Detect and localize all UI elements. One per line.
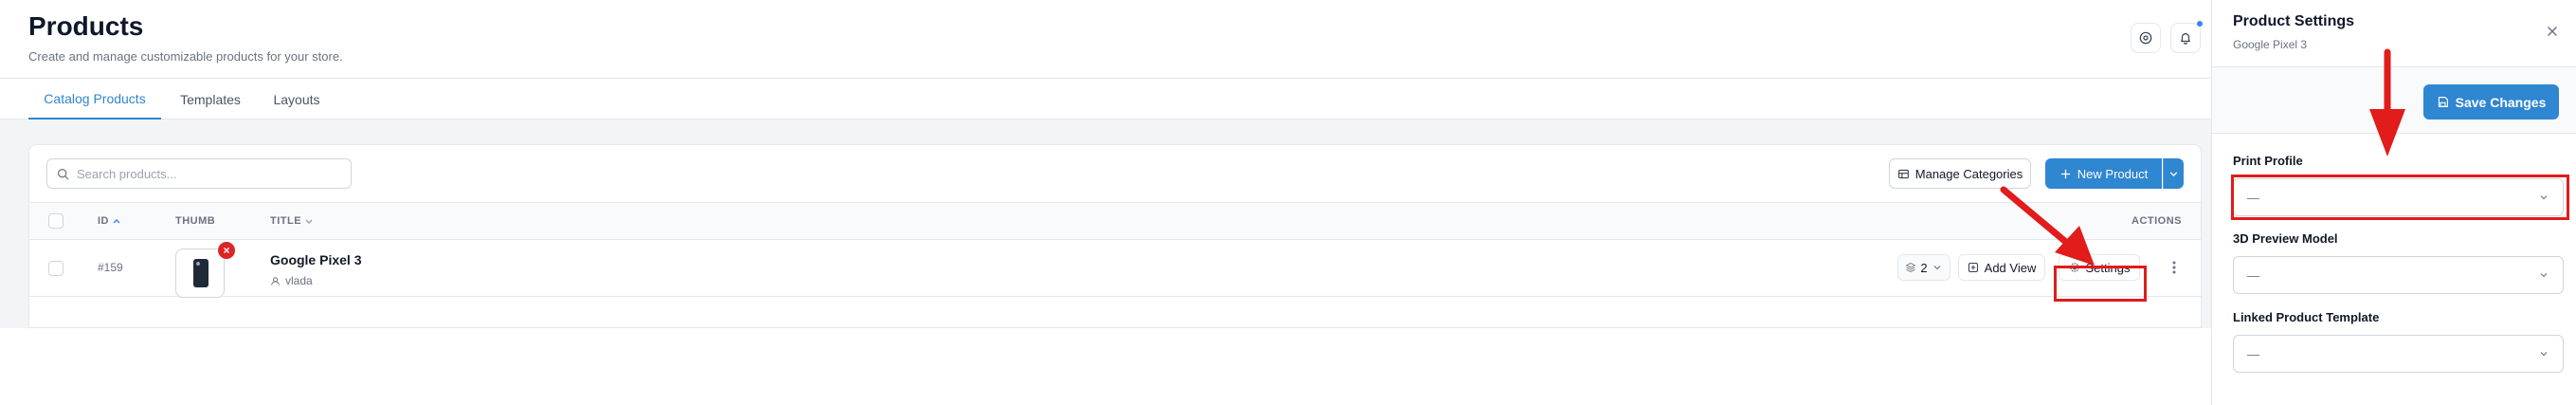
tab-templates[interactable]: Templates [171,79,250,120]
close-icon[interactable] [2546,25,2559,38]
chevron-down-icon [2169,171,2178,176]
print-profile-label: Print Profile [2233,154,2303,168]
new-product-label: New Product [2077,166,2149,181]
row-checkbox-cell [48,261,63,276]
column-title[interactable]: TITLE [270,203,314,239]
save-changes-label: Save Changes [2455,94,2547,110]
help-button[interactable] [2131,23,2161,53]
search-icon [58,168,69,179]
linked-template-select[interactable]: — [2233,335,2564,373]
row-checkbox[interactable] [48,261,63,276]
more-vertical-icon [2172,261,2176,274]
page-title: Products [28,11,144,41]
panel-action-bar: Save Changes [2212,67,2576,134]
notifications-button[interactable] [2170,21,2203,53]
add-view-button[interactable]: Add View [1958,254,2045,281]
help-icon [2139,31,2152,45]
chevron-down-icon [2540,352,2548,357]
column-actions-label: ACTIONS [2132,215,2182,227]
product-owner: vlada [270,274,313,287]
tab-catalog-products[interactable]: Catalog Products [28,79,161,120]
page-header: Products Create and manage customizable … [0,0,2211,78]
select-all-checkbox-cell [48,203,63,239]
column-title-label: TITLE [270,215,302,227]
column-thumb: THUMB [175,203,215,239]
new-product-dropdown-button[interactable] [2163,158,2184,189]
tab-layouts[interactable]: Layouts [262,79,332,120]
new-product-button[interactable]: New Product [2045,158,2162,189]
product-owner-name: vlada [285,274,313,287]
product-thumbnail[interactable]: × [175,242,235,298]
table-header: ID THUMB TITLE ACTIONS [29,202,2201,240]
bell-icon [2181,33,2190,45]
add-view-label: Add View [1984,260,2037,275]
remove-thumbnail-icon[interactable]: × [218,242,235,259]
row-more-button[interactable] [2165,256,2184,279]
preview-model-label: 3D Preview Model [2233,231,2338,246]
layers-icon [1906,263,1916,272]
chevron-down-icon [2540,273,2548,278]
save-icon [2438,97,2448,107]
preview-model-value: — [2247,267,2259,283]
linked-template-value: — [2247,346,2259,361]
panel-title: Product Settings [2233,13,2355,29]
sort-down-icon [305,219,313,224]
panel-subtitle: Google Pixel 3 [2233,38,2308,51]
layers-count: 2 [1920,260,1928,275]
preview-model-select[interactable]: — [2233,256,2564,294]
product-title[interactable]: Google Pixel 3 [270,252,361,267]
annotation-box-settings [2054,266,2147,302]
tab-bar: Catalog Products Templates Layouts [0,78,2211,120]
page-subtitle: Create and manage customizable products … [28,49,343,64]
user-icon [271,276,280,285]
table-row[interactable]: #159 × Google Pixel 3 vlada 2 Add View S… [29,240,2201,298]
products-card: Manage Categories New Product ID THUMB T… [28,144,2202,328]
search-input[interactable] [77,166,342,181]
layers-dropdown[interactable]: 2 [1897,254,1950,281]
select-all-checkbox[interactable] [48,213,63,229]
search-box[interactable] [46,158,352,189]
phone-camera [196,262,200,266]
categories-icon [1897,169,1909,178]
column-id-label: ID [98,215,109,227]
save-changes-button[interactable]: Save Changes [2423,84,2559,120]
product-id: #159 [98,261,123,274]
manage-categories-label: Manage Categories [1914,166,2023,181]
notification-dot [2197,21,2203,27]
plus-icon [2060,169,2070,178]
column-id[interactable]: ID [98,203,121,239]
manage-categories-button[interactable]: Manage Categories [1889,158,2031,189]
column-actions: ACTIONS [2132,203,2182,239]
linked-template-label: Linked Product Template [2233,310,2380,324]
add-view-icon [1968,262,1978,273]
sort-up-icon [113,219,120,224]
annotation-box-print-profile [2231,175,2569,220]
chevron-down-icon [1933,266,1941,270]
phone-image [193,259,209,287]
column-thumb-label: THUMB [175,215,216,227]
